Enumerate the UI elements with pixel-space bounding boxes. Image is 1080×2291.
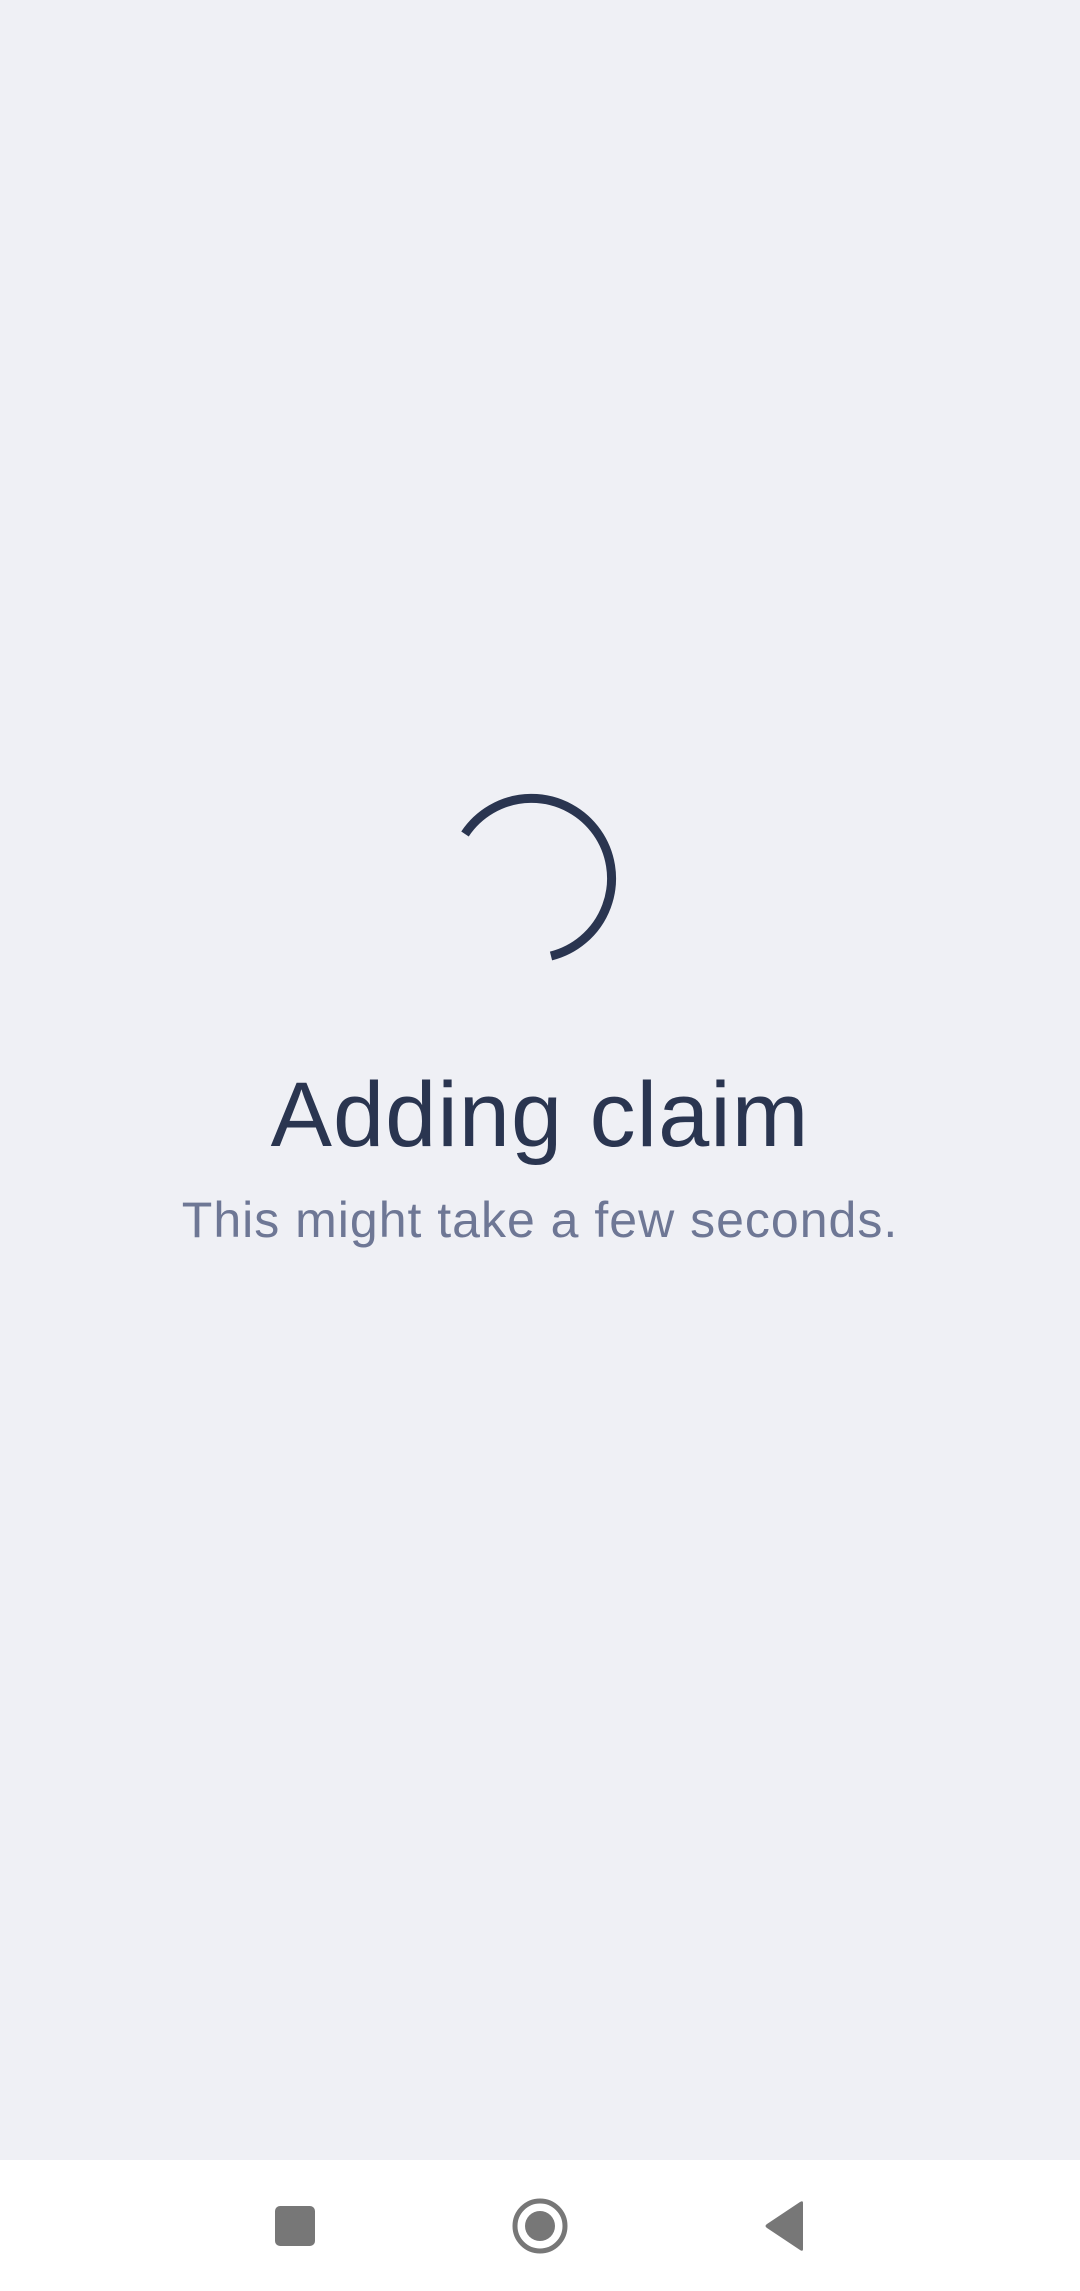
recents-icon [275, 2205, 315, 2246]
recents-button[interactable] [235, 2160, 355, 2291]
home-button[interactable] [480, 2160, 600, 2291]
loading-spinner-icon [461, 793, 617, 961]
system-navigation-bar [0, 2160, 1080, 2291]
loading-subtitle: This might take a few seconds. [181, 1192, 899, 1248]
loading-title: Adding claim [270, 1064, 810, 1166]
back-icon [765, 2200, 803, 2251]
loading-screen: Adding claim This might take a few secon… [0, 0, 1080, 2160]
back-button[interactable] [725, 2160, 845, 2291]
home-icon [512, 2198, 568, 2253]
